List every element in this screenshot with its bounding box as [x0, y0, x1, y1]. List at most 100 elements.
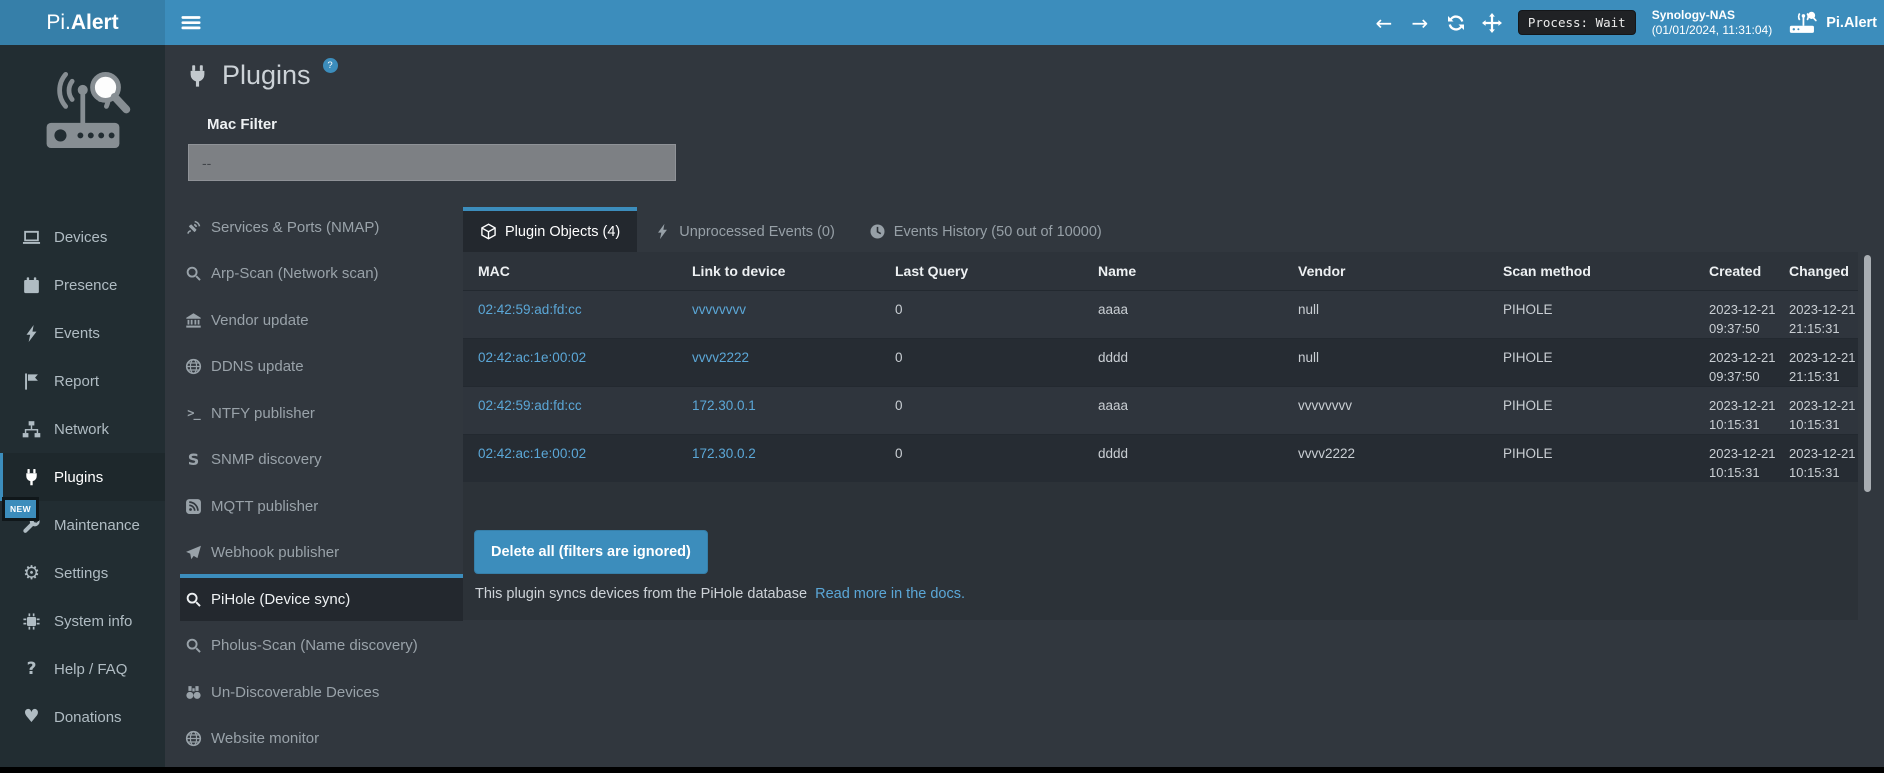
- topbar-right-cluster: ← → Process: Wait Synology-NAS (01/01/20…: [1374, 0, 1877, 45]
- page-header: Plugins ?: [185, 58, 338, 92]
- sidebar-item-label: Devices: [54, 229, 107, 246]
- plugin-list-item[interactable]: Webhook publisher: [180, 528, 463, 575]
- column-header[interactable]: Changed: [1774, 252, 1858, 290]
- search-icon: [185, 591, 202, 608]
- plugin-list-item-label: Vendor update: [211, 312, 309, 329]
- heart-icon: ♥: [22, 708, 41, 727]
- move-icon[interactable]: [1482, 13, 1502, 33]
- cell-created: 2023-12-21 10:15:31: [1694, 434, 1774, 482]
- arrow-right-icon[interactable]: →: [1410, 13, 1430, 33]
- column-header[interactable]: Name: [1083, 252, 1283, 290]
- plugin-list-item[interactable]: Website monitor: [180, 714, 463, 761]
- main-content: Plugins ? Mac Filter Services & Ports (N…: [165, 45, 1884, 767]
- refresh-icon[interactable]: [1446, 13, 1466, 33]
- pialert-logo: [31, 63, 135, 155]
- search-icon: [185, 637, 202, 654]
- sidebar-item[interactable]: Presence: [0, 261, 165, 309]
- column-header[interactable]: Scan method: [1488, 252, 1694, 290]
- column-header[interactable]: Created: [1694, 252, 1774, 290]
- new-badge: NEW: [2, 497, 39, 521]
- plugin-list-item[interactable]: DDNS update: [180, 342, 463, 389]
- top-bar: Pi.Alert ← → Process: Wait Synology-NAS …: [0, 0, 1884, 45]
- sidebar-item[interactable]: System info: [0, 597, 165, 645]
- plugin-list-item[interactable]: S SNMP discovery: [180, 435, 463, 482]
- mac-filter-input[interactable]: [188, 144, 676, 181]
- satellite-icon: [185, 219, 202, 236]
- plugin-list-item-label: Website monitor: [211, 730, 319, 747]
- sidebar-item[interactable]: Network: [0, 405, 165, 453]
- plugin-list-item[interactable]: Services & Ports (NMAP): [180, 202, 463, 249]
- cell-mac[interactable]: 02:42:ac:1e:00:02: [463, 434, 677, 482]
- cell-link-to-device[interactable]: vvvv2222: [677, 338, 880, 386]
- cell-changed: 2023-12-21 21:15:31: [1774, 338, 1858, 386]
- plugin-list-item-label: SNMP discovery: [211, 451, 322, 468]
- column-header[interactable]: Vendor: [1283, 252, 1488, 290]
- plugin-list-item[interactable]: MQTT publisher: [180, 481, 463, 528]
- cell-link-to-device[interactable]: vvvvvvvv: [677, 290, 880, 338]
- table-row: 02:42:ac:1e:00:02 172.30.0.2 0 dddd vvvv…: [463, 434, 1858, 482]
- tab-label: Plugin Objects (4): [505, 224, 620, 240]
- sidebar-item-label: Plugins: [54, 469, 103, 486]
- host-time: (01/01/2024, 11:31:04): [1652, 23, 1773, 38]
- sidebar-item[interactable]: Events: [0, 309, 165, 357]
- tab[interactable]: Unprocessed Events (0): [637, 207, 852, 252]
- globe-icon: [185, 730, 202, 747]
- sidebar-item[interactable]: Report: [0, 357, 165, 405]
- cell-last-query: 0: [880, 386, 1083, 434]
- cell-scan-method: PIHOLE: [1488, 290, 1694, 338]
- cell-created: 2023-12-21 09:37:50: [1694, 338, 1774, 386]
- plugin-list-item[interactable]: Vendor update: [180, 295, 463, 342]
- cell-link-to-device[interactable]: 172.30.0.2: [677, 434, 880, 482]
- column-header[interactable]: MAC: [463, 252, 677, 290]
- plugin-list-item[interactable]: Un-Discoverable Devices: [180, 667, 463, 714]
- bolt-icon: [654, 223, 671, 240]
- page-title: Plugins: [222, 58, 311, 92]
- sitemap-icon: [22, 420, 41, 439]
- cell-mac[interactable]: 02:42:59:ad:fd:cc: [463, 386, 677, 434]
- column-header[interactable]: Link to device: [677, 252, 880, 290]
- flag-icon: [22, 372, 41, 391]
- delete-all-button[interactable]: Delete all (filters are ignored): [474, 530, 708, 574]
- terminal-icon: >_: [185, 405, 202, 422]
- plugin-list-item-label: PiHole (Device sync): [211, 591, 350, 608]
- plugin-objects-table: MACLink to deviceLast QueryNameVendorSca…: [463, 252, 1858, 482]
- tab-bar: Plugin Objects (4) Unprocessed Events (0…: [463, 207, 1119, 252]
- docs-link[interactable]: Read more in the docs.: [815, 586, 965, 602]
- plugin-list-item-label: DDNS update: [211, 358, 304, 375]
- sidebar-item[interactable]: Plugins: [0, 453, 165, 501]
- help-badge[interactable]: ?: [323, 58, 338, 73]
- cell-mac[interactable]: 02:42:59:ad:fd:cc: [463, 290, 677, 338]
- tab[interactable]: Plugin Objects (4): [463, 207, 637, 252]
- cell-name: aaaa: [1083, 290, 1283, 338]
- plugin-list-item[interactable]: PiHole (Device sync): [180, 574, 463, 621]
- sidebar-item[interactable]: ⚙ Settings: [0, 549, 165, 597]
- topbar-app-name: Pi.Alert: [1826, 15, 1877, 31]
- sidebar-item[interactable]: Devices: [0, 213, 165, 261]
- plugin-list-item[interactable]: >_ NTFY publisher: [180, 388, 463, 435]
- sidebar-item[interactable]: ♥ Donations: [0, 693, 165, 741]
- plug-icon: [22, 468, 41, 487]
- hamburger-icon[interactable]: [181, 13, 201, 32]
- column-header[interactable]: Last Query: [880, 252, 1083, 290]
- clock-icon: [869, 223, 886, 240]
- sidebar-menu: Devices Presence Events Report Network P…: [0, 213, 165, 741]
- topbar-app-brand[interactable]: Pi.Alert: [1788, 11, 1877, 34]
- bank-icon: [185, 312, 202, 329]
- laptop-icon: [22, 228, 41, 247]
- cell-last-query: 0: [880, 290, 1083, 338]
- table-header: MACLink to deviceLast QueryNameVendorSca…: [463, 252, 1858, 290]
- cell-mac[interactable]: 02:42:ac:1e:00:02: [463, 338, 677, 386]
- plugin-list-item[interactable]: Arp-Scan (Network scan): [180, 249, 463, 296]
- cell-link-to-device[interactable]: 172.30.0.1: [677, 386, 880, 434]
- tab[interactable]: Events History (50 out of 10000): [852, 207, 1119, 252]
- cell-scan-method: PIHOLE: [1488, 386, 1694, 434]
- plugin-list-item-label: Webhook publisher: [211, 544, 339, 561]
- plugin-list-item[interactable]: Pholus-Scan (Name discovery): [180, 621, 463, 668]
- arrow-left-icon[interactable]: ←: [1374, 13, 1394, 33]
- rss-icon: [185, 498, 202, 515]
- brand-logo[interactable]: Pi.Alert: [0, 0, 165, 45]
- table-scrollbar[interactable]: [1864, 255, 1871, 492]
- table-row: 02:42:59:ad:fd:cc vvvvvvvv 0 aaaa null P…: [463, 290, 1858, 338]
- sidebar-item[interactable]: ? Help / FAQ: [0, 645, 165, 693]
- plugin-list-item-label: Un-Discoverable Devices: [211, 684, 379, 701]
